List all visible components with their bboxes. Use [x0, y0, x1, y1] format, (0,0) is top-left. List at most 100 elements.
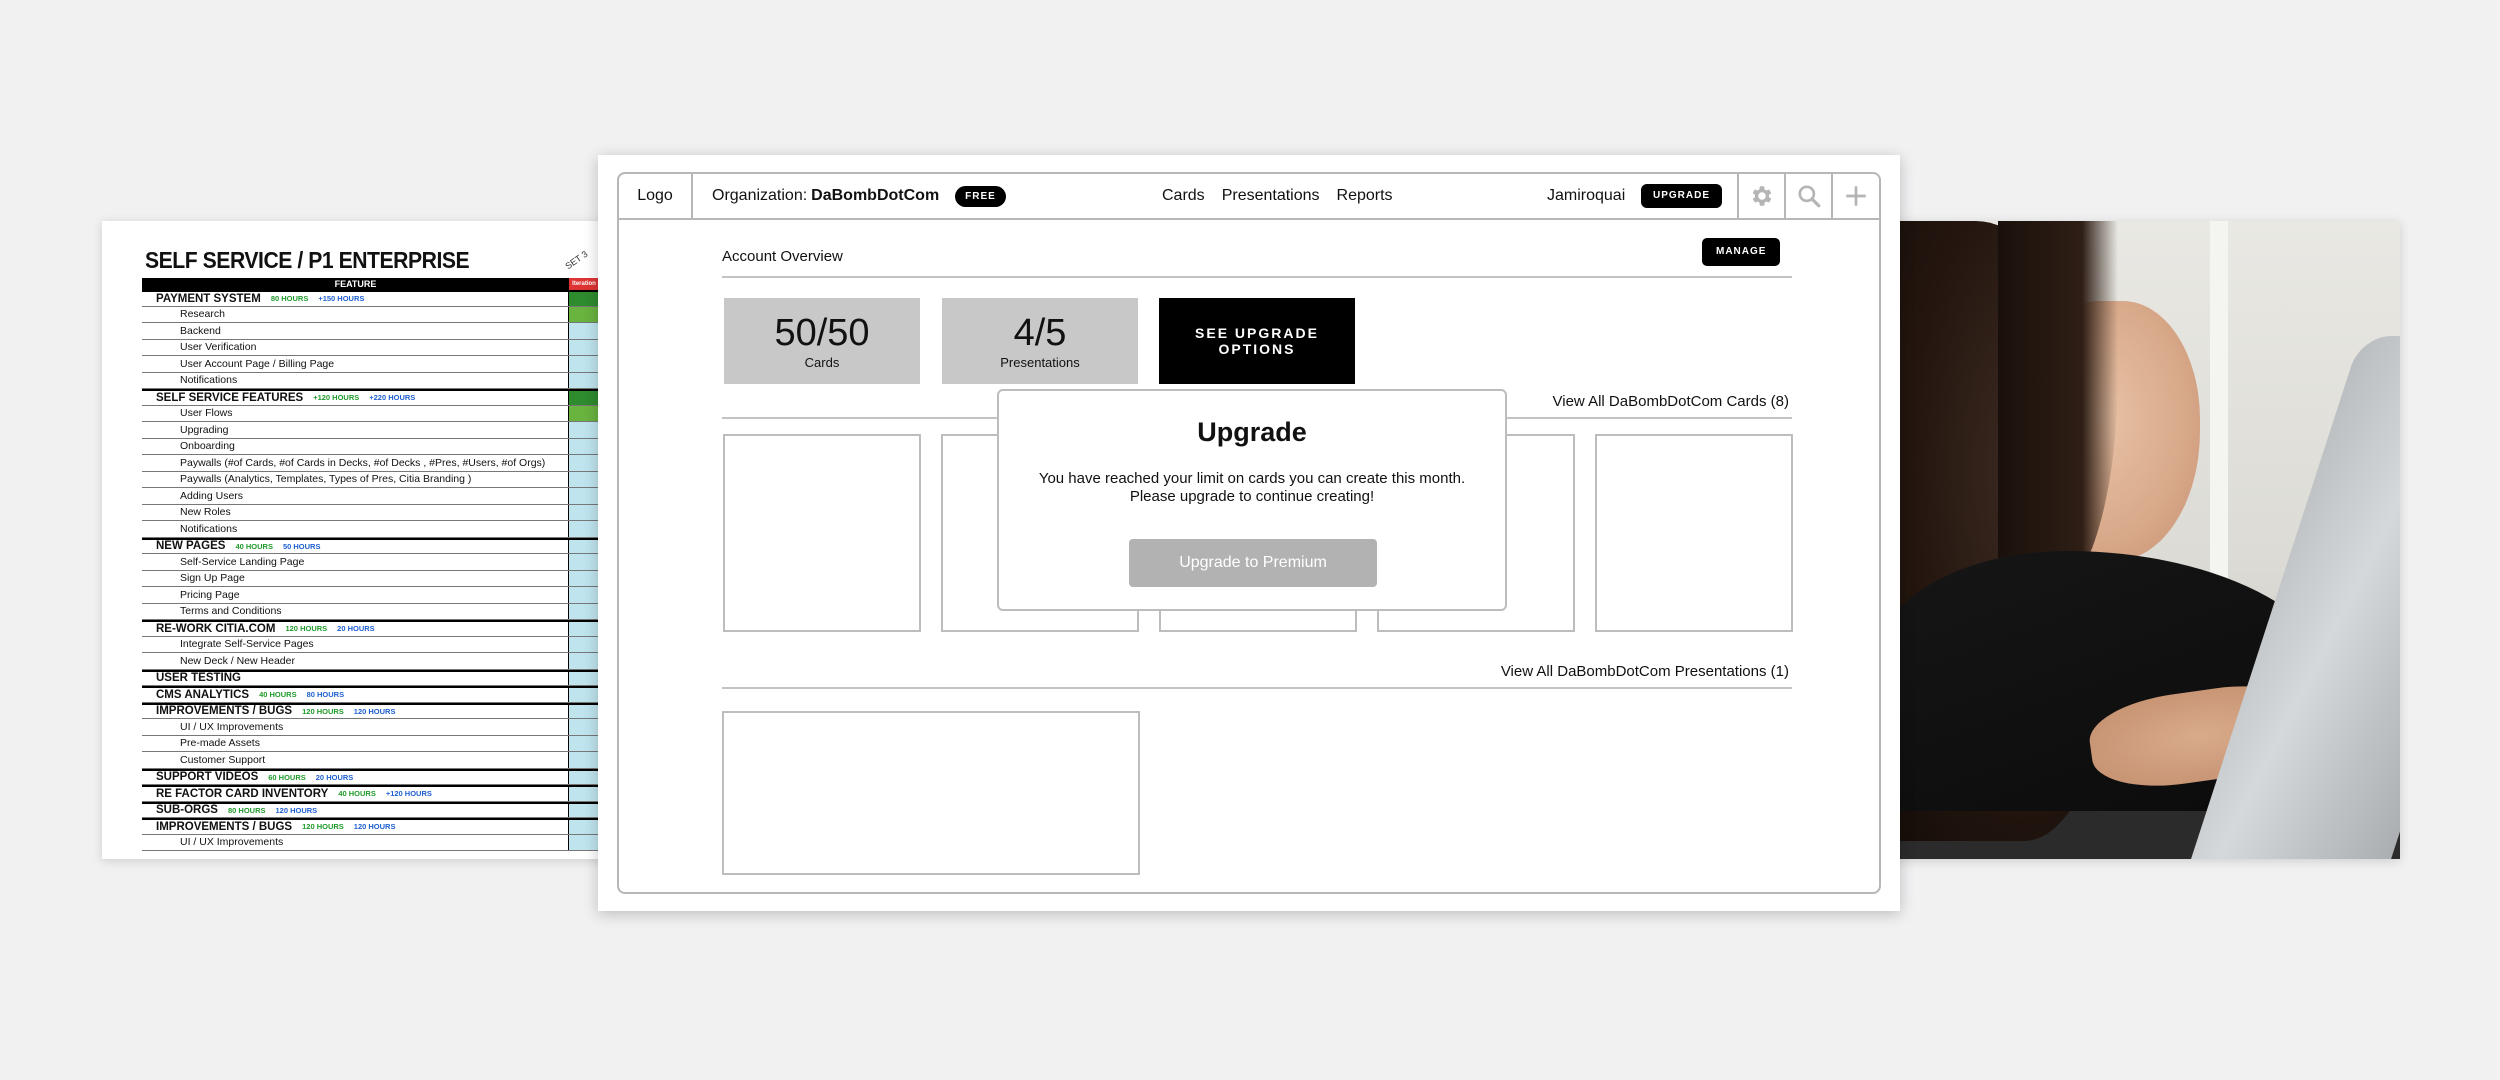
sheet-row-label: Integrate Self-Service Pages [180, 638, 314, 651]
sheet-row-status [569, 391, 599, 405]
spreadsheet-image: SELF SERVICE / P1 ENTERPRISE SET 3 FEATU… [102, 221, 622, 859]
upgrade-to-premium-button[interactable]: Upgrade to Premium [1129, 539, 1377, 587]
sheet-row-text: Notifications [142, 521, 569, 537]
sheet-hours-actual: 120 HOURS [353, 822, 396, 832]
sheet-row-status [569, 405, 599, 421]
sheet-section-row: RE-WORK CITIA.COM 120 HOURS 20 HOURS [142, 620, 622, 637]
sheet-item-row: Research [142, 306, 622, 323]
sheet-hours-estimate: 120 HOURS [285, 624, 328, 634]
sheet-row-status [569, 372, 599, 388]
sheet-header-col: Iteration [569, 278, 599, 290]
sheet-item-row: Notifications [142, 372, 622, 389]
sheet-section-row: SELF SERVICE FEATURES +120 HOURS +220 HOUR… [142, 389, 622, 406]
logo[interactable]: Logo [619, 174, 693, 218]
sheet-row-label: USER TESTING [156, 672, 241, 685]
sheet-item-row: Paywalls (Analytics, Templates, Types of… [142, 471, 622, 488]
sheet-row-status [569, 521, 599, 537]
modal-message: You have reached your limit on cards you… [999, 470, 1505, 506]
sheet-item-row: Backend [142, 323, 622, 340]
sheet-title: SELF SERVICE / P1 ENTERPRISE [145, 247, 470, 273]
sheet-row-status [569, 834, 599, 850]
sheet-hours-estimate: 80 HOURS [227, 805, 266, 815]
view-all-presentations-link[interactable]: View All DaBombDotCom Presentations (1) [1501, 663, 1789, 680]
sheet-row-status [569, 504, 599, 520]
sheet-item-row: Self-Service Landing Page [142, 554, 622, 571]
sheet-row-text: Backend [142, 323, 569, 339]
top-bar: Logo Organization: DaBombDotCom FREE Car… [619, 174, 1879, 220]
sheet-row-text: USER TESTING [142, 671, 569, 685]
sheet-row-text: RE FACTOR CARD INVENTORY 40 HOURS +120 HOU… [142, 787, 569, 801]
view-all-cards-link[interactable]: View All DaBombDotCom Cards (8) [1553, 393, 1789, 410]
modal-message-line1: You have reached your limit on cards you… [1038, 470, 1466, 487]
sheet-row-text: Upgrading [142, 422, 569, 438]
sheet-row-status [569, 339, 599, 355]
sheet-item-row: Pre-made Assets [142, 735, 622, 752]
sheet-row-text: Research [142, 306, 569, 322]
nav-presentations[interactable]: Presentations [1222, 187, 1320, 205]
card-placeholder[interactable] [1595, 434, 1793, 632]
sheet-row-label: Notifications [180, 522, 238, 535]
gear-icon [1752, 186, 1771, 206]
sheet-row-status [569, 422, 599, 438]
nav-reports[interactable]: Reports [1337, 187, 1393, 205]
presentation-placeholder[interactable] [722, 711, 1140, 875]
sheet-row-text: New Roles [142, 504, 569, 520]
sheet-hours-estimate: 60 HOURS [268, 772, 306, 782]
sheet-item-row: Terms and Conditions [142, 603, 622, 620]
search-icon [1797, 185, 1820, 208]
sheet-item-row: Adding Users [142, 488, 622, 505]
cards-stat: 50/50 Cards [724, 298, 920, 384]
sheet-row-status [569, 587, 599, 603]
sheet-item-row: UI / UX Improvements [142, 834, 622, 851]
sheet-row-status [569, 820, 599, 834]
sheet-hours-estimate: 40 HOURS [259, 690, 297, 700]
sheet-row-label: UI / UX Improvements [180, 836, 284, 849]
sheet-row-text: SUB-ORGS 80 HOURS 120 HOURS [142, 803, 569, 817]
sheet-row-status [569, 471, 599, 487]
sheet-row-label: IMPROVEMENTS / BUGS [156, 705, 293, 718]
sheet-hours-actual: 50 HOURS [282, 541, 321, 551]
sheet-row-status [569, 306, 599, 322]
sheet-row-status [569, 292, 599, 306]
sheet-item-row: Integrate Self-Service Pages [142, 636, 622, 653]
sheet-item-row: Sign Up Page [142, 570, 622, 587]
presentations-stat-label: Presentations [1000, 354, 1080, 370]
sheet-row-label: New Roles [180, 506, 231, 519]
sheet-row-status [569, 323, 599, 339]
upgrade-button[interactable]: UPGRADE [1641, 184, 1723, 208]
sheet-section-row: SUB-ORGS 80 HOURS 120 HOURS [142, 801, 622, 818]
sheet-row-label: User Verification [180, 341, 257, 354]
sheet-hours-actual: +150 HOURS [318, 294, 365, 304]
manage-button[interactable]: MANAGE [1702, 238, 1781, 266]
card-placeholder[interactable] [723, 434, 921, 632]
sheet-row-label: User Flows [180, 407, 233, 420]
sheet-row-text: Pricing Page [142, 587, 569, 603]
user-name[interactable]: Jamiroquai [1547, 187, 1625, 205]
settings-button[interactable] [1737, 174, 1784, 218]
sheet-row-status [569, 622, 599, 636]
sheet-row-text: Pre-made Assets [142, 735, 569, 751]
sheet-row-label: IMPROVEMENTS / BUGS [156, 820, 293, 833]
modal-message-line2: Please upgrade to continue creating! [1129, 488, 1375, 505]
sheet-row-label: Pre-made Assets [180, 737, 260, 750]
sheet-row-text: Onboarding [142, 438, 569, 454]
sheet-row-status [569, 803, 599, 817]
sheet-row-status [569, 787, 599, 801]
sheet-row-label: Terms and Conditions [180, 605, 282, 618]
sheet-row-text: UI / UX Improvements [142, 719, 569, 735]
sheet-row-status [569, 688, 599, 702]
sheet-row-status [569, 636, 599, 652]
sheet-hours-actual: 120 HOURS [275, 805, 318, 815]
sheet-row-status [569, 570, 599, 586]
add-button[interactable] [1831, 174, 1878, 218]
sheet-section-row: RE FACTOR CARD INVENTORY 40 HOURS +120 HOU… [142, 785, 622, 802]
main-content: Account Overview MANAGE 50/50 Cards 4/5 … [619, 220, 1879, 892]
see-upgrade-options-button[interactable]: SEE UPGRADE OPTIONS [1159, 298, 1355, 384]
sheet-item-row: Notifications [142, 521, 622, 538]
modal-title: Upgrade [1197, 417, 1307, 447]
search-button[interactable] [1784, 174, 1831, 218]
presentations-stat: 4/5 Presentations [942, 298, 1138, 384]
nav-cards[interactable]: Cards [1162, 187, 1205, 205]
divider [722, 687, 1792, 689]
sheet-row-label: Adding Users [180, 489, 244, 502]
